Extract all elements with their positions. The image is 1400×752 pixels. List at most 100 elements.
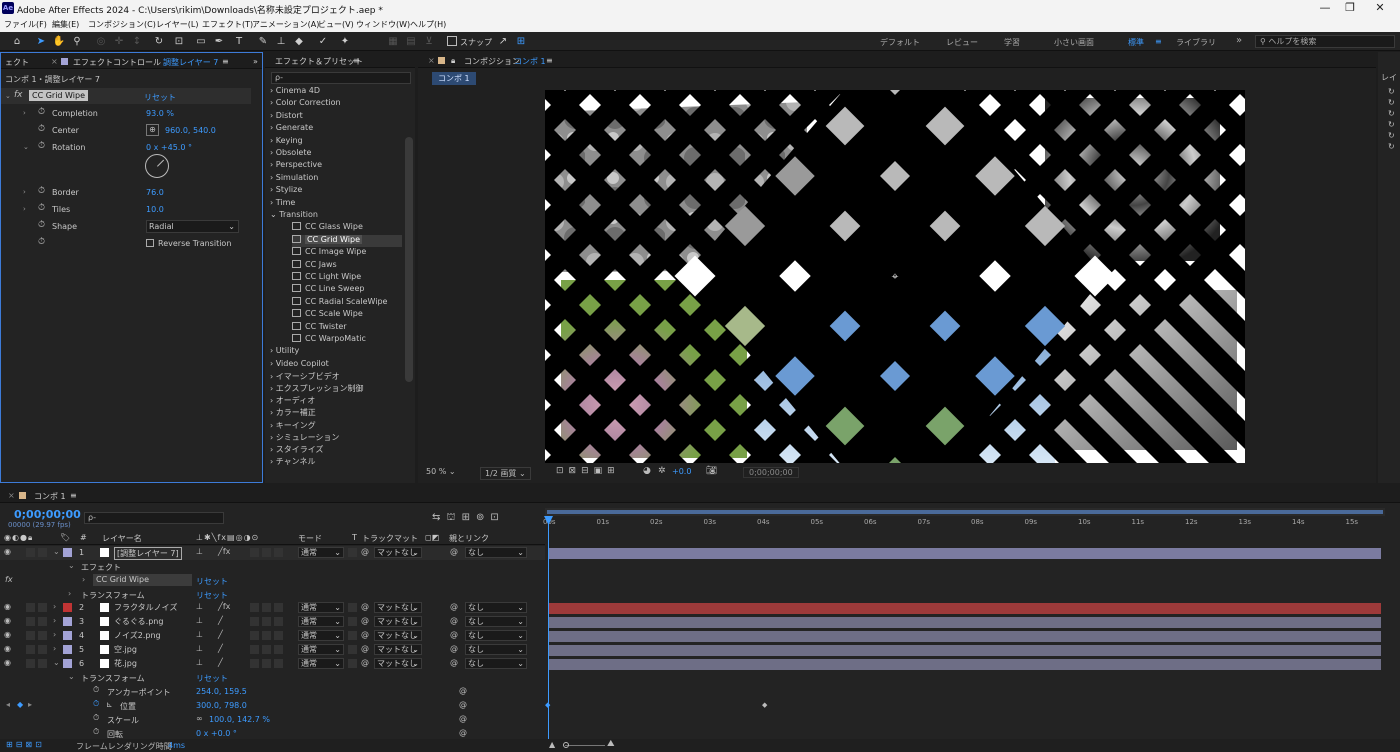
parent-dropdown[interactable]: なし ⌄ bbox=[465, 658, 527, 669]
expand-arrow-icon[interactable]: › bbox=[270, 148, 273, 157]
right-panel-icons[interactable]: ↻ ↻ ↻ ↻ ↻ ↻ bbox=[1388, 86, 1395, 152]
motion-blur-switch[interactable] bbox=[250, 645, 259, 654]
shape-dropdown[interactable]: Radial ⌄ bbox=[146, 220, 239, 233]
tab-composition[interactable]: コンポジション bbox=[464, 56, 520, 67]
rotate-tool-icon[interactable]: ↻ bbox=[152, 35, 166, 48]
pickwhip-icon[interactable]: @ bbox=[361, 547, 369, 556]
expand-arrow-icon[interactable]: › bbox=[53, 602, 56, 611]
expand-arrow-icon[interactable]: › bbox=[270, 160, 273, 169]
distribute-icon[interactable]: ▤ bbox=[404, 35, 418, 48]
quality-switch-icon[interactable]: ╱ bbox=[218, 616, 223, 625]
property-row[interactable]: ◂ ◆ ▸ ⏱ ⊾ 位置 300.0, 798.0 @ bbox=[0, 699, 545, 713]
shy-icon[interactable]: ⊥ bbox=[196, 547, 203, 556]
stopwatch-icon[interactable]: ⏱ bbox=[38, 220, 45, 230]
graph-icon[interactable]: ⊾ bbox=[106, 700, 113, 709]
anchor-tool-icon[interactable]: ⊡ bbox=[172, 35, 186, 48]
snapshot-icon[interactable]: 📷︎ bbox=[706, 466, 717, 476]
workspace-learn[interactable]: 学習 bbox=[1004, 37, 1020, 48]
adjustment-switch[interactable] bbox=[262, 631, 271, 640]
work-area-bar[interactable] bbox=[545, 508, 1385, 516]
zoom-tool-icon[interactable]: ⚲ bbox=[70, 35, 84, 48]
layer-name[interactable]: 花.jpg bbox=[114, 658, 137, 669]
track-matte-dropdown[interactable]: マットなし ⌄ bbox=[374, 616, 422, 627]
preserve-transparency-switch[interactable] bbox=[348, 659, 357, 668]
clone-tool-icon[interactable]: ⊥ bbox=[274, 35, 288, 48]
preset-item[interactable]: CC WarpoMatic bbox=[292, 334, 366, 346]
shy-icon[interactable]: ⊥ bbox=[196, 644, 203, 653]
exposure-icon[interactable]: ✲ bbox=[658, 466, 666, 476]
preset-item[interactable]: CC Line Sweep bbox=[292, 284, 364, 296]
pickwhip-icon[interactable]: @ bbox=[361, 644, 369, 653]
mode-dropdown[interactable]: 通常 ⌄ bbox=[298, 616, 344, 627]
track-matte-dropdown[interactable]: マットなし ⌄ bbox=[374, 630, 422, 641]
shy-icon[interactable]: ⊥ bbox=[196, 616, 203, 625]
motion-blur-switch[interactable] bbox=[250, 659, 259, 668]
pickwhip-icon[interactable]: @ bbox=[361, 616, 369, 625]
param-value[interactable]: 93.0 % bbox=[146, 109, 174, 118]
3d-switch[interactable] bbox=[274, 645, 283, 654]
collapse-arrow-icon[interactable]: ⌄ bbox=[68, 561, 75, 570]
panel-menu-icon[interactable]: ≡ bbox=[546, 56, 553, 65]
visibility-eye-icon[interactable]: ◉ bbox=[4, 630, 11, 639]
parent-pickwhip-icon[interactable]: @ bbox=[450, 616, 458, 625]
layer-row[interactable]: ◉ › 5 空.jpg ⊥ ╱ 通常 ⌄ @ マットなし ⌄ @ なし ⌄ bbox=[0, 643, 545, 657]
expand-arrow-icon[interactable]: › bbox=[270, 98, 273, 107]
workspace-review[interactable]: レビュー bbox=[946, 37, 978, 48]
next-keyframe-icon[interactable]: ▸ bbox=[28, 700, 32, 709]
layer-color-label[interactable] bbox=[63, 645, 72, 654]
preset-item[interactable]: CC Radial ScaleWipe bbox=[292, 296, 387, 309]
composition-viewer[interactable]: ⌖ bbox=[545, 90, 1245, 463]
motion-blur-switch[interactable] bbox=[250, 617, 259, 626]
channel-icon[interactable]: ◕ bbox=[643, 466, 651, 476]
shy-icon[interactable]: ⊥ bbox=[196, 630, 203, 639]
track-matte-header[interactable]: トラックマット bbox=[362, 533, 418, 544]
stopwatch-icon[interactable]: ⏱ bbox=[93, 685, 99, 695]
effects-group-row[interactable]: ⌄ エフェクト bbox=[0, 560, 545, 574]
3d-switch[interactable] bbox=[274, 603, 283, 612]
close-tab-icon[interactable]: × bbox=[428, 56, 435, 65]
parent-pickwhip-icon[interactable]: @ bbox=[450, 547, 458, 556]
preset-item[interactable]: CC Scale Wipe bbox=[292, 309, 363, 321]
motion-blur-switch[interactable] bbox=[250, 603, 259, 612]
lock-switch[interactable] bbox=[38, 548, 47, 557]
preset-item[interactable]: CC Glass Wipe bbox=[292, 222, 363, 234]
expand-arrow-icon[interactable]: › bbox=[53, 630, 56, 639]
layer-color-label[interactable] bbox=[63, 659, 72, 668]
category-item[interactable]: › Cinema 4D bbox=[270, 86, 320, 98]
preserve-transparency-switch[interactable] bbox=[348, 548, 357, 557]
property-value[interactable]: 254.0, 159.5 bbox=[196, 687, 247, 696]
orbit-tool-icon[interactable]: ◎ bbox=[94, 35, 108, 48]
expand-arrow-icon[interactable]: › bbox=[270, 346, 273, 355]
expand-arrow-icon[interactable]: › bbox=[23, 205, 26, 213]
preset-item[interactable]: CC Light Wipe bbox=[292, 272, 361, 284]
transform-row[interactable]: ⌄ トランスフォーム リセット bbox=[0, 671, 545, 685]
stopwatch-icon[interactable]: ⏱ bbox=[38, 107, 45, 117]
category-item[interactable]: › Keying bbox=[270, 136, 303, 148]
close-tab-icon[interactable]: × bbox=[8, 491, 15, 500]
stopwatch-icon[interactable]: ⏱ bbox=[93, 713, 99, 723]
parent-pickwhip-icon[interactable]: @ bbox=[450, 602, 458, 611]
constrain-link-icon[interactable]: ∞ bbox=[196, 714, 203, 723]
track-matte-dropdown[interactable]: マットなし ⌄ bbox=[374, 658, 422, 669]
close-button[interactable]: ✕ bbox=[1360, 1, 1400, 14]
rotation-dial[interactable] bbox=[145, 154, 169, 178]
category-item[interactable]: › Distort bbox=[270, 111, 303, 123]
dolly-tool-icon[interactable]: ↕ bbox=[130, 35, 144, 48]
comp-subtab[interactable]: コンポ 1 bbox=[432, 72, 476, 85]
parent-header[interactable]: 親とリンク bbox=[449, 533, 489, 544]
layer-color-label[interactable] bbox=[63, 548, 72, 557]
visibility-eye-icon[interactable]: ◉ bbox=[4, 658, 11, 667]
expand-arrow-icon[interactable]: › bbox=[270, 86, 273, 95]
layer-duration-bar[interactable] bbox=[549, 617, 1381, 628]
expand-arrow-icon[interactable]: ⌄ bbox=[53, 547, 60, 556]
parent-dropdown[interactable]: なし ⌄ bbox=[465, 644, 527, 655]
category-item[interactable]: › エクスプレッション制御 bbox=[270, 383, 364, 395]
expand-arrow-icon[interactable]: › bbox=[270, 123, 273, 132]
expand-arrow-icon[interactable]: › bbox=[270, 198, 273, 207]
collapse-arrow-icon[interactable]: ⌄ bbox=[68, 672, 75, 681]
panel-menu-icon[interactable]: ≡ bbox=[70, 491, 77, 500]
pickwhip-icon[interactable]: @ bbox=[361, 630, 369, 639]
roto-brush-icon[interactable]: ✓ bbox=[316, 35, 330, 48]
param-value[interactable]: 960.0, 540.0 bbox=[165, 126, 216, 135]
stopwatch-icon[interactable]: ⏱ bbox=[93, 699, 99, 709]
